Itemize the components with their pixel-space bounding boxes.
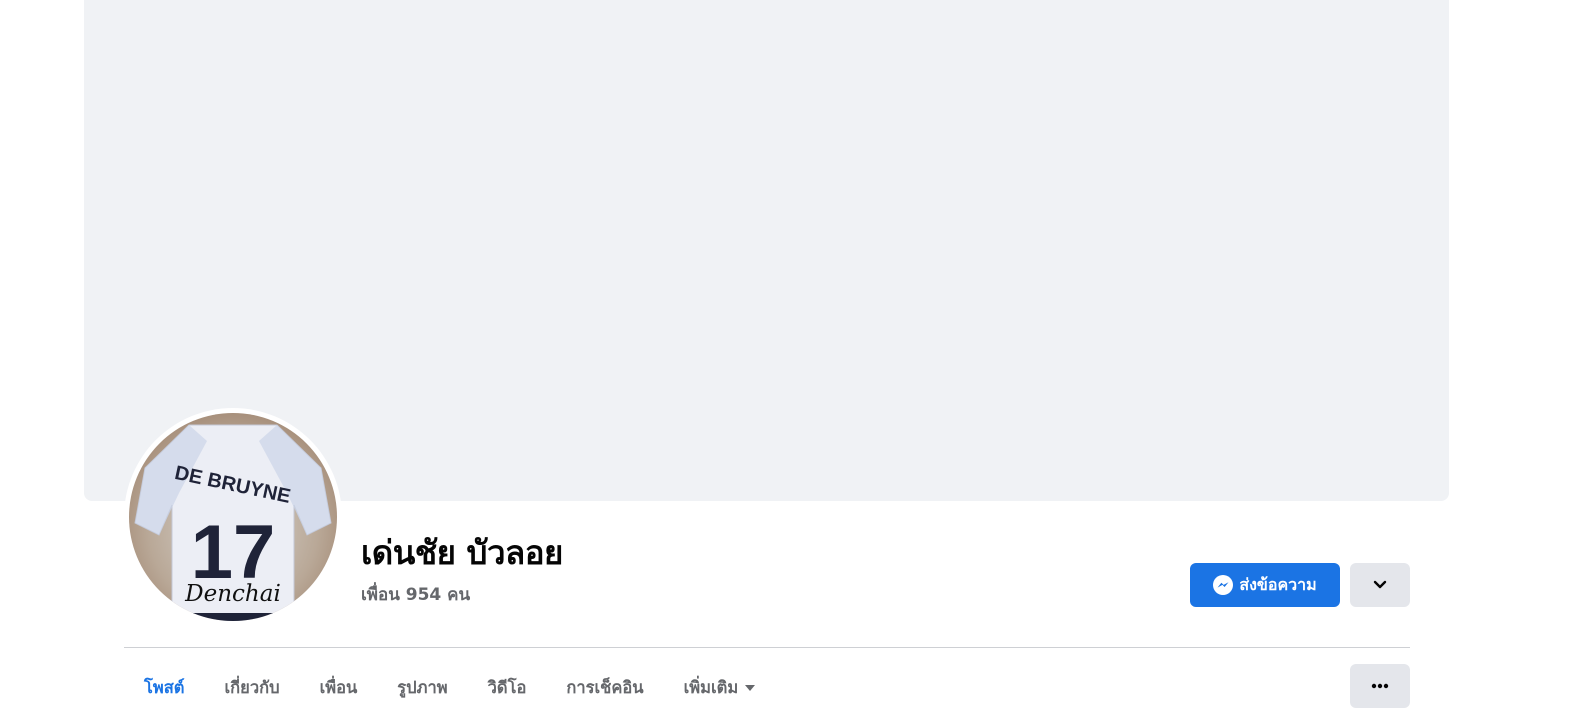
tab-photos-label: รูปภาพ [397, 677, 448, 697]
tab-posts[interactable]: โพสต์ [124, 664, 205, 711]
tabs-divider [124, 647, 1410, 648]
friend-count-link[interactable]: เพื่อน 954 คน [361, 583, 470, 607]
chevron-down-icon [1373, 580, 1387, 590]
tab-posts-label: โพสต์ [144, 677, 185, 697]
tab-more-label: เพิ่มเติม [683, 677, 739, 697]
profile-avatar[interactable]: DE BRUYNE 17 Denchai [124, 408, 342, 626]
send-message-button[interactable]: ส่งข้อความ [1190, 563, 1340, 607]
tab-videos-label: วิดีโอ [487, 677, 527, 697]
profile-tabs: โพสต์ เกี่ยวกับ เพื่อน รูปภาพ วิดีโอ การ… [124, 664, 776, 711]
send-message-label: ส่งข้อความ [1239, 574, 1317, 594]
tab-friends[interactable]: เพื่อน [300, 664, 378, 711]
caret-down-icon [744, 684, 756, 692]
tab-about-label: เกี่ยวกับ [224, 677, 280, 697]
tab-check-ins[interactable]: การเช็คอิน [546, 664, 663, 711]
profile-name: เด่นชัย บัวลอย [361, 533, 563, 572]
messenger-icon [1213, 575, 1234, 595]
avatar-jersey-photo: DE BRUYNE 17 Denchai [134, 424, 332, 621]
tab-photos[interactable]: รูปภาพ [377, 664, 467, 711]
tab-friends-label: เพื่อน [319, 677, 358, 697]
more-horizontal-icon [1371, 683, 1389, 689]
tab-about[interactable]: เกี่ยวกับ [205, 664, 300, 711]
tab-check-ins-label: การเช็คอิน [566, 677, 644, 697]
tab-more[interactable]: เพิ่มเติม [664, 664, 777, 711]
signature-text: Denchai [184, 581, 281, 607]
more-options-button[interactable] [1350, 664, 1410, 708]
tab-videos[interactable]: วิดีโอ [468, 664, 547, 711]
profile-options-dropdown-button[interactable] [1350, 563, 1410, 607]
